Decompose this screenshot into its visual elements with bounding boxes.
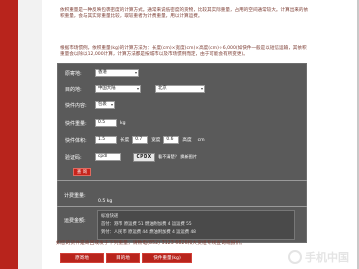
bottom-tabs: 原寄地 目的地 快件重量(kg)	[60, 253, 192, 263]
destination-country-select[interactable]: 中国大陆	[95, 85, 141, 93]
destination-country-value: 中国大陆	[98, 86, 116, 91]
height-label: 高度	[182, 138, 192, 143]
fee-label: 运费金额:	[64, 218, 86, 224]
fee-detail-box: 标准快递 首付：港币 原运费 51 燃油附加费 4 运运费 55 到付：人民币 …	[97, 210, 295, 240]
billing-weight-value: 0.5 kg	[98, 199, 113, 204]
size-row: 快件体积: 1.5 长度 0.7 宽度 0.6 高度 cm	[65, 135, 208, 145]
captcha-row: 验证码: cpdl CPDX 看不清楚？ 换新图片	[65, 152, 197, 162]
left-margin	[18, 0, 42, 269]
intro-paragraph-1: 依积重量是一种反映包裹密度的计算方式。通常来说低密度的货物，比较其实际重量，占用…	[60, 8, 309, 20]
width-input[interactable]: 0.7	[132, 136, 149, 144]
width-label: 宽度	[151, 138, 161, 143]
content-value: 包裹	[98, 102, 107, 107]
captcha-input[interactable]: cpdl	[95, 153, 121, 161]
tab-weight[interactable]: 快件重量(kg)	[142, 253, 192, 263]
fee-line-prepaid: 首付：港币 原运费 51 燃油附加费 4 运运费 55	[101, 222, 192, 227]
left-red-ribbon	[0, 0, 18, 269]
captcha-image: CPDX	[133, 152, 155, 162]
weight-unit: kg	[120, 120, 126, 126]
captcha-label: 验证码:	[65, 154, 82, 161]
query-button[interactable]: 查 询	[73, 168, 91, 176]
result-separator-top	[57, 180, 307, 181]
dimension-unit: cm	[197, 137, 205, 143]
length-label: 长度	[120, 138, 130, 143]
origin-select[interactable]: 香港	[95, 69, 139, 77]
watermark-text: 手机中国	[305, 251, 349, 264]
destination-row: 目的地: 中国大陆 北京	[65, 84, 205, 94]
captcha-refresh-link[interactable]: 看不清楚？ 换新图片	[158, 154, 197, 160]
origin-value: 香港	[98, 70, 107, 75]
fee-line-collect: 到付：人民币 原运费 44 燃油附加费 4 运运费 48	[101, 230, 196, 235]
intro-paragraph-2: 根据市场惯例，依积重量(kg)的计算方法为：长度(cm)×宽度(cm)×高度(c…	[60, 46, 307, 58]
watermark: 手机中国	[288, 249, 349, 265]
origin-row: 原寄地: 香港	[65, 68, 139, 78]
contact-note: 如您的货件是寄回或发于下列重量，请致电(852) 3123 6826和大货组专线…	[56, 241, 246, 246]
tab-origin[interactable]: 原寄地	[60, 253, 104, 263]
height-input[interactable]: 0.6	[163, 136, 180, 144]
weight-row: 快件重量: 0.5 kg	[65, 118, 129, 128]
tab-destination[interactable]: 目的地	[106, 253, 140, 263]
content-row: 快件内容: 包裹	[65, 100, 115, 110]
length-input[interactable]: 1.5	[95, 136, 117, 144]
weight-input[interactable]: 0.5	[95, 119, 117, 127]
content-select[interactable]: 包裹	[95, 101, 115, 109]
result-separator-mid	[57, 206, 307, 207]
content-label: 快件内容:	[65, 102, 87, 109]
destination-city-select[interactable]: 北京	[155, 85, 205, 93]
weight-label: 快件重量:	[65, 120, 87, 127]
size-label: 快件体积:	[65, 137, 87, 144]
destination-label: 目的地:	[65, 86, 82, 93]
destination-city-value: 北京	[158, 86, 167, 91]
origin-label: 原寄地:	[65, 70, 82, 77]
watermark-logo-icon	[288, 250, 302, 264]
billing-weight-label: 计费重量:	[64, 193, 86, 199]
service-name: 标准快递	[101, 214, 119, 219]
